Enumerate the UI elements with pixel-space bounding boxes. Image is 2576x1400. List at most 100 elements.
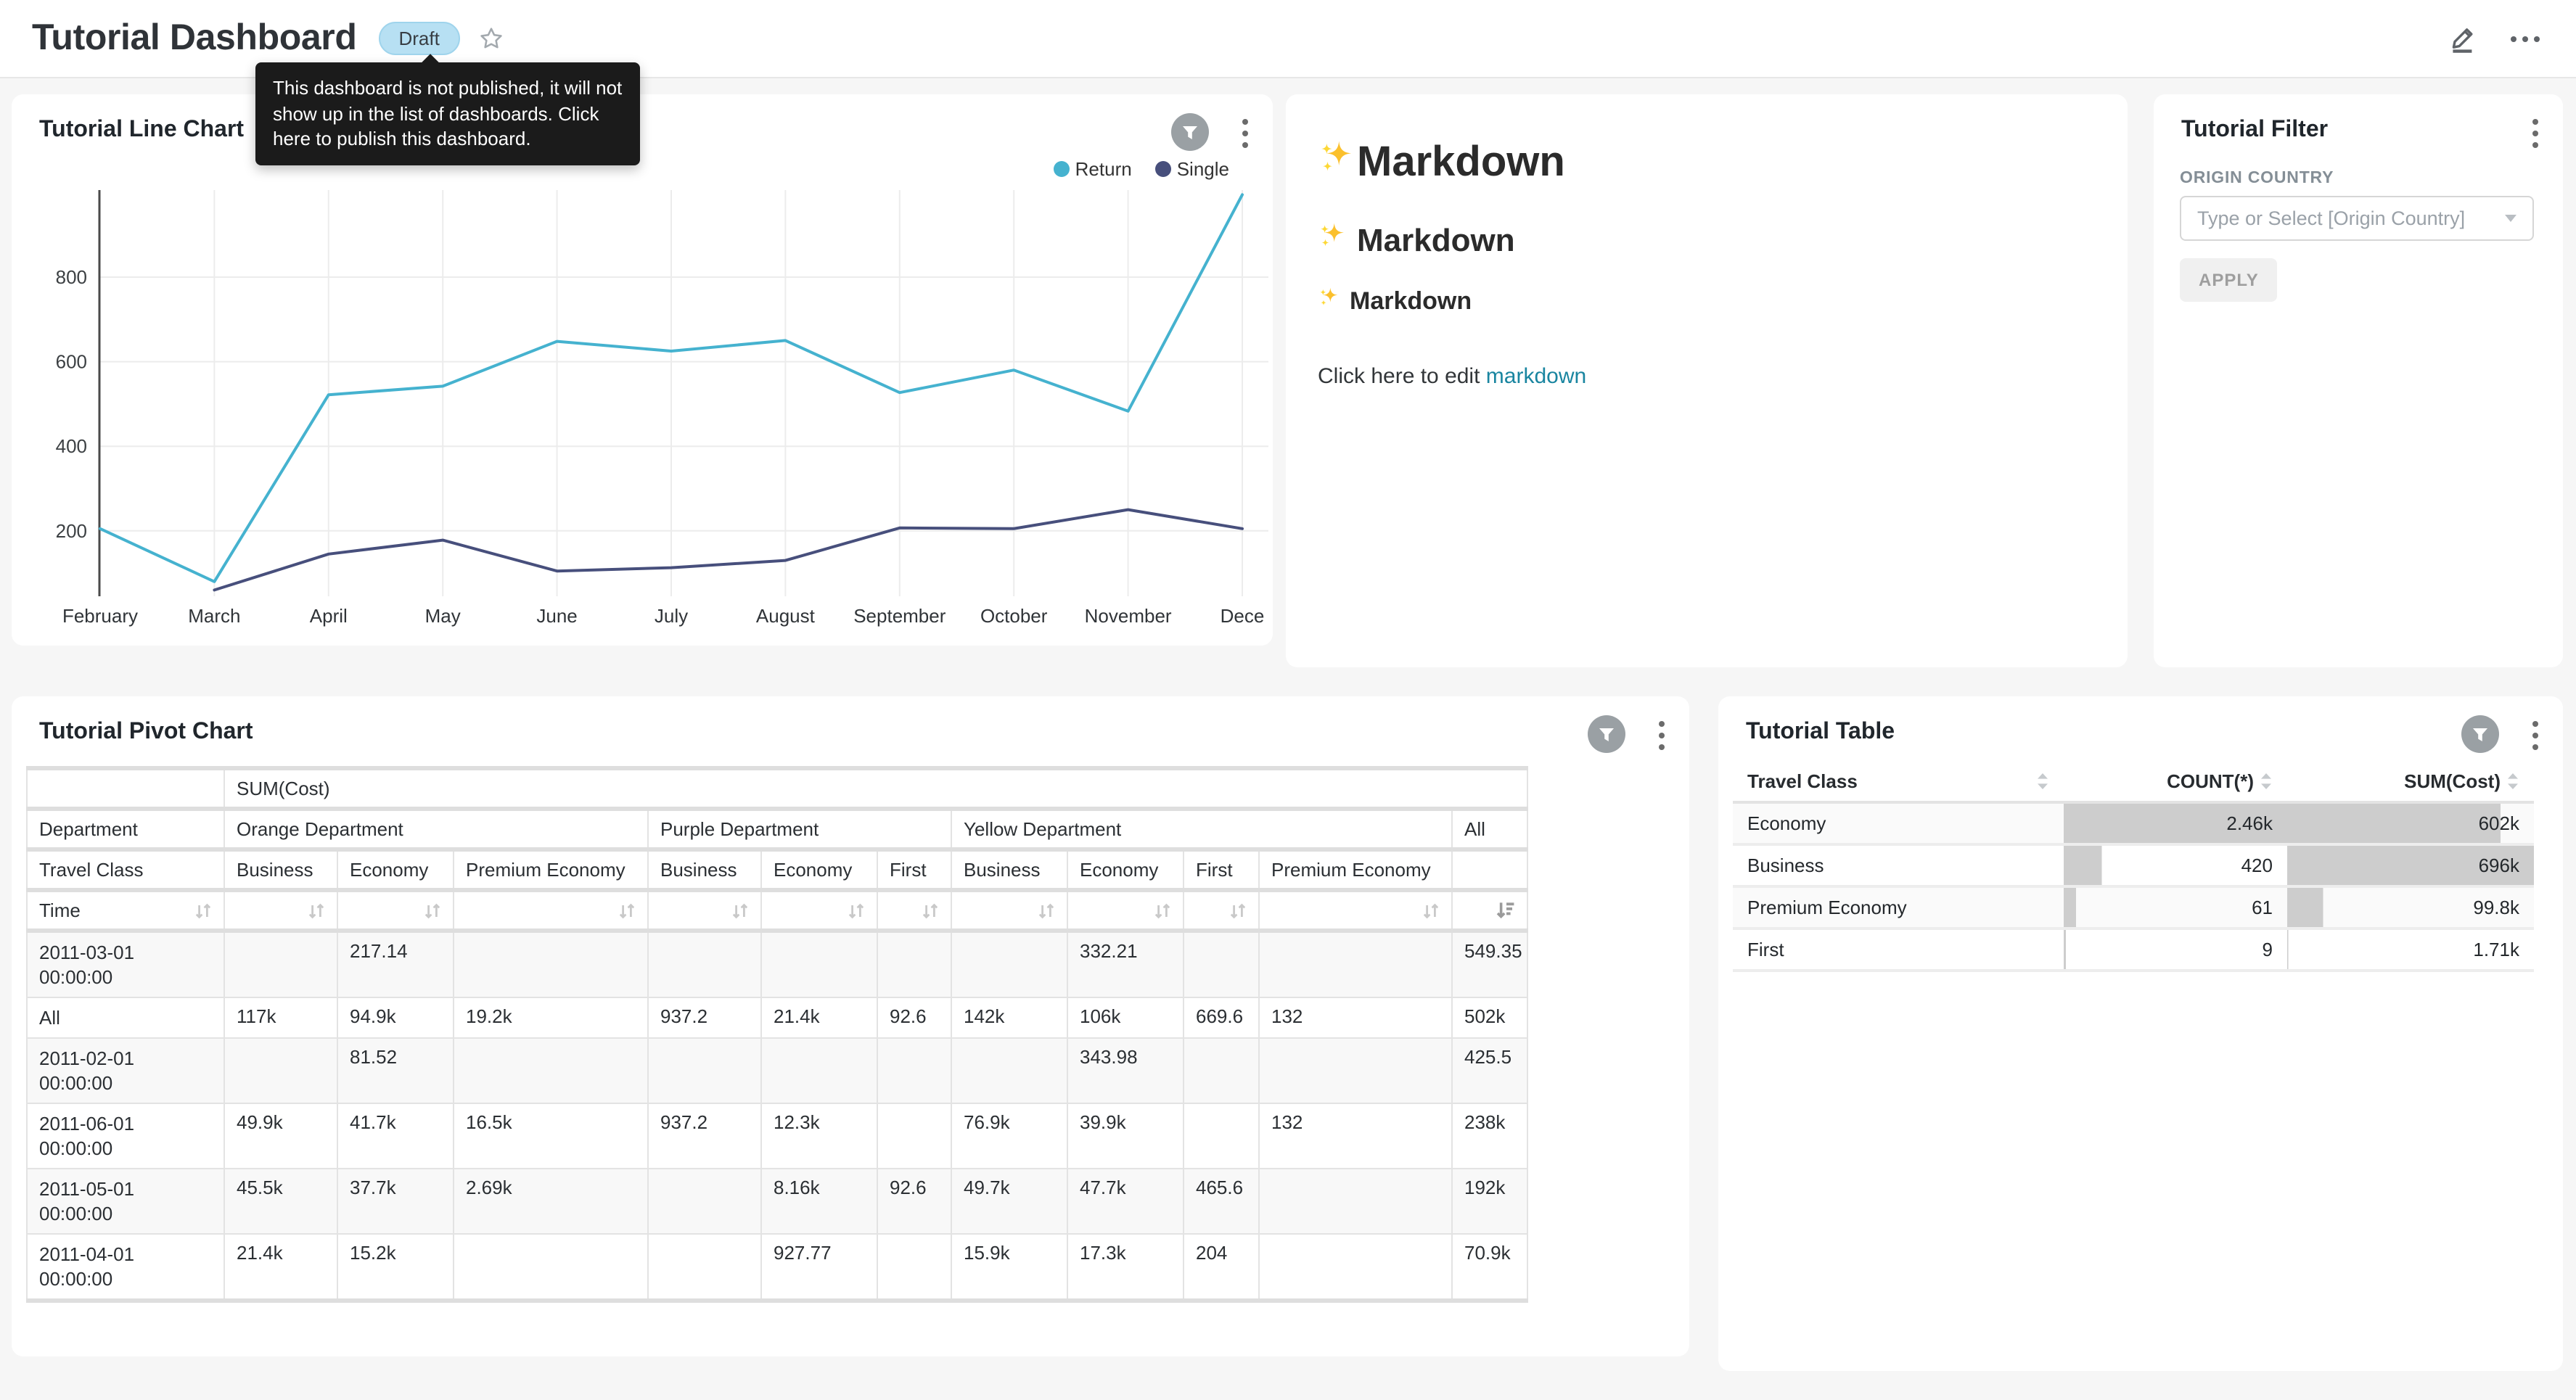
markdown-h2-text: Markdown <box>1357 221 1515 259</box>
origin-country-select[interactable]: Type or Select [Origin Country] <box>2180 196 2534 241</box>
pivot-dept-header: Department <box>27 809 224 849</box>
pivot-cell: 669.6 <box>1184 997 1259 1038</box>
col-header-sum-cost[interactable]: SUM(Cost) <box>2287 760 2534 802</box>
favorite-star-icon[interactable] <box>479 26 504 51</box>
edit-markdown-link[interactable]: markdown <box>1486 364 1586 389</box>
svg-text:June: June <box>536 605 577 627</box>
sort-icon[interactable] <box>1422 902 1440 919</box>
pivot-cell <box>1259 931 1452 997</box>
pivot-sort-header <box>454 890 648 931</box>
col-header-travel-class[interactable]: Travel Class <box>1733 760 2064 802</box>
travel-class-cell: First <box>1733 928 2064 971</box>
pivot-cell: 49.7k <box>951 1169 1067 1234</box>
count-cell: 9 <box>2064 928 2287 971</box>
applied-filter-icon[interactable] <box>1588 715 1625 753</box>
publish-tooltip: This dashboard is not published, it will… <box>255 62 640 165</box>
edit-dashboard-icon[interactable] <box>2448 24 2477 53</box>
sort-icon[interactable] <box>1154 902 1171 919</box>
apply-button[interactable]: APPLY <box>2180 258 2278 302</box>
pivot-row: 2011-04-01 00:00:0021.4k15.2k927.7715.9k… <box>27 1234 1527 1301</box>
pivot-subcol-header: Business <box>951 849 1067 890</box>
pivot-cell <box>1184 1103 1259 1169</box>
origin-country-label: ORIGIN COUNTRY <box>2180 170 2334 187</box>
pivot-cell: 132 <box>1259 1103 1452 1169</box>
sort-icon[interactable] <box>848 902 865 919</box>
pivot-sort-header <box>224 890 337 931</box>
pivot-measure-header: SUM(Cost) <box>224 768 1527 809</box>
sparkles-icon <box>1318 286 1341 316</box>
pivot-cell: 15.2k <box>337 1234 454 1301</box>
chevron-down-icon <box>2505 215 2516 222</box>
pivot-chart-card: Tutorial Pivot Chart SUM(Cost)Department… <box>12 696 1689 1356</box>
pivot-sort-header <box>648 890 761 931</box>
pivot-cell: 204 <box>1184 1234 1259 1301</box>
pivot-cell <box>877 1038 951 1103</box>
pivot-cell <box>1259 1038 1452 1103</box>
sort-icon[interactable] <box>618 902 636 919</box>
pivot-row: 2011-02-01 00:00:0081.52343.98425.5 <box>27 1038 1527 1103</box>
col-header-count[interactable]: COUNT(*) <box>2064 760 2287 802</box>
filter-menu-icon[interactable] <box>2531 116 2540 151</box>
pivot-cell <box>951 931 1067 997</box>
pivot-cell: 106k <box>1067 997 1184 1038</box>
svg-text:September: September <box>853 605 946 627</box>
column-sorter-icon[interactable] <box>2506 771 2519 790</box>
pivot-cell: 16.5k <box>454 1103 648 1169</box>
table-row: Business420696k <box>1733 844 2534 886</box>
pivot-cell <box>454 1038 648 1103</box>
pivot-table: SUM(Cost)DepartmentOrange DepartmentPurp… <box>26 766 1528 1303</box>
svg-text:May: May <box>425 605 461 627</box>
sort-icon[interactable] <box>1038 902 1055 919</box>
pivot-cell <box>877 931 951 997</box>
chart-menu-icon[interactable] <box>1657 718 1666 753</box>
pivot-cell <box>648 1234 761 1301</box>
chart-menu-icon[interactable] <box>2531 718 2540 753</box>
pivot-subcol-header: Business <box>224 849 337 890</box>
pivot-sort-header <box>1259 890 1452 931</box>
pivot-travel-class-header: Travel Class <box>27 849 224 890</box>
pivot-subcol-header: Business <box>648 849 761 890</box>
pivot-sort-header <box>761 890 877 931</box>
sort-desc-active-icon[interactable] <box>1496 901 1515 920</box>
draft-badge[interactable]: Draft <box>378 22 459 55</box>
pivot-cell: 39.9k <box>1067 1103 1184 1169</box>
pivot-row: 2011-05-01 00:00:0045.5k37.7k2.69k8.16k9… <box>27 1169 1527 1234</box>
column-sorter-icon[interactable] <box>2036 771 2049 790</box>
pivot-cell: 502k <box>1452 997 1527 1038</box>
pivot-cell: 45.5k <box>224 1169 337 1234</box>
sort-icon[interactable] <box>922 902 939 919</box>
sort-icon[interactable] <box>424 902 441 919</box>
applied-filter-icon[interactable] <box>2461 715 2499 753</box>
pivot-sort-header <box>1067 890 1184 931</box>
pivot-cell: 70.9k <box>1452 1234 1527 1301</box>
svg-text:October: October <box>980 605 1048 627</box>
pivot-cell <box>877 1103 951 1169</box>
pivot-time-header: Time <box>27 890 224 931</box>
pivot-cell <box>1184 1038 1259 1103</box>
pivot-subcol-header: Premium Economy <box>454 849 648 890</box>
pivot-cell <box>1259 1169 1452 1234</box>
pivot-row-label: 2011-02-01 00:00:00 <box>27 1038 224 1103</box>
sort-icon[interactable] <box>194 902 212 919</box>
markdown-h1-text: Markdown <box>1357 139 1565 187</box>
pivot-chart-title: Tutorial Pivot Chart <box>39 720 253 746</box>
sort-icon[interactable] <box>1229 902 1247 919</box>
sum-cell: 696k <box>2287 844 2534 886</box>
pivot-cell: 15.9k <box>951 1234 1067 1301</box>
pivot-cell: 19.2k <box>454 997 648 1038</box>
sort-icon[interactable] <box>731 902 749 919</box>
pivot-cell: 238k <box>1452 1103 1527 1169</box>
pivot-sort-header <box>1184 890 1259 931</box>
pivot-cell: 425.5 <box>1452 1038 1527 1103</box>
pivot-cell: 17.3k <box>1067 1234 1184 1301</box>
svg-text:April: April <box>310 605 348 627</box>
line-chart-card: Tutorial Line Chart ReturnSingle 2004006… <box>12 94 1273 646</box>
more-options-icon[interactable] <box>2509 34 2541 43</box>
sum-cell: 602k <box>2287 802 2534 844</box>
line-chart-canvas: 200400600800FebruaryMarchAprilMayJuneJul… <box>12 94 1273 646</box>
pivot-cell <box>648 1038 761 1103</box>
column-sorter-icon[interactable] <box>2260 771 2273 790</box>
sort-icon[interactable] <box>308 902 325 919</box>
pivot-row-label: 2011-05-01 00:00:00 <box>27 1169 224 1234</box>
dashboard-page: Tutorial Dashboard Draft This dashboard … <box>0 0 2576 1400</box>
